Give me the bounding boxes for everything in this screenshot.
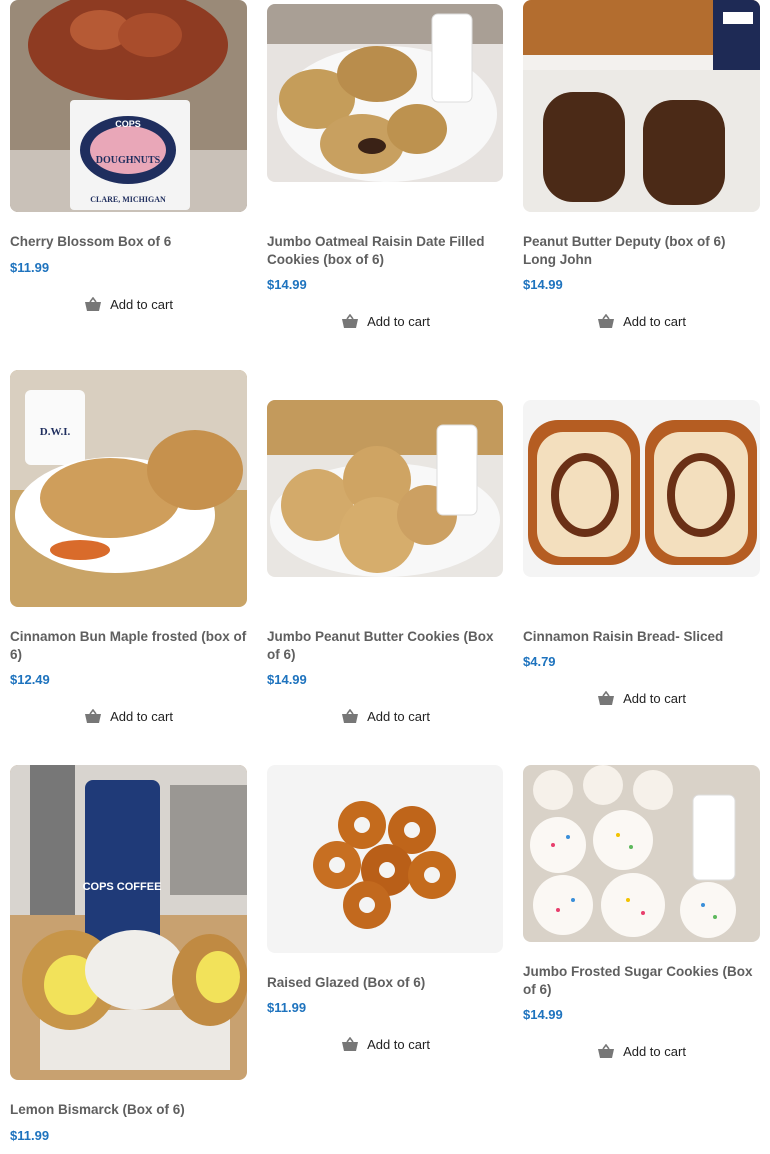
shopping-basket-icon: [342, 708, 359, 723]
add-to-cart-button[interactable]: Add to cart: [10, 706, 247, 726]
add-to-cart-label: Add to cart: [623, 690, 686, 706]
svg-text:COPS COFFEE: COPS COFFEE: [83, 881, 162, 893]
add-to-cart-button[interactable]: Add to cart: [523, 311, 760, 331]
product-image[interactable]: [267, 765, 503, 953]
product-image[interactable]: COPS COFFEE: [10, 765, 247, 1080]
product-price: $14.99: [267, 672, 307, 687]
svg-text:CLARE, MICHIGAN: CLARE, MICHIGAN: [90, 195, 166, 204]
product-price: $11.99: [10, 1128, 50, 1143]
add-to-cart-label: Add to cart: [110, 708, 173, 724]
product-price: $14.99: [267, 277, 307, 292]
product-title[interactable]: Cinnamon Bun Maple frosted (box of 6): [10, 628, 247, 663]
add-to-cart-label: Add to cart: [623, 1043, 686, 1059]
product-price: $11.99: [267, 1000, 307, 1015]
product-price: $14.99: [523, 1007, 563, 1022]
product-image[interactable]: COPS DOUGHNUTS CLARE, MICHIGAN: [10, 0, 247, 212]
shopping-basket-icon: [598, 690, 615, 705]
product-title[interactable]: Cinnamon Raisin Bread- Sliced: [523, 628, 760, 646]
product-title[interactable]: Jumbo Peanut Butter Cookies (Box of 6): [267, 628, 504, 663]
add-to-cart-button[interactable]: Add to cart: [10, 294, 247, 314]
product-image[interactable]: [267, 400, 503, 577]
add-to-cart-button[interactable]: Add to cart: [523, 688, 760, 708]
product-title[interactable]: Raised Glazed (Box of 6): [267, 974, 504, 992]
product-price: $4.79: [523, 654, 556, 669]
add-to-cart-label: Add to cart: [367, 313, 430, 329]
product-price: $14.99: [523, 277, 563, 292]
product-title[interactable]: Cherry Blossom Box of 6: [10, 233, 247, 251]
add-to-cart-button[interactable]: Add to cart: [523, 1041, 760, 1061]
product-title[interactable]: Jumbo Oatmeal Raisin Date Filled Cookies…: [267, 233, 504, 268]
add-to-cart-label: Add to cart: [367, 1036, 430, 1052]
shopping-basket-icon: [85, 296, 102, 311]
product-price: $12.49: [10, 672, 50, 687]
svg-text:DOUGHNUTS: DOUGHNUTS: [96, 155, 161, 166]
svg-text:D.W.I.: D.W.I.: [40, 426, 71, 438]
shopping-basket-icon: [342, 313, 359, 328]
add-to-cart-button[interactable]: Add to cart: [267, 1034, 504, 1054]
product-image[interactable]: [523, 765, 760, 942]
product-image[interactable]: D.W.I.: [10, 370, 247, 607]
product-title[interactable]: Lemon Bismarck (Box of 6): [10, 1101, 247, 1119]
product-title[interactable]: Peanut Butter Deputy (box of 6) Long Joh…: [523, 233, 760, 268]
add-to-cart-label: Add to cart: [623, 313, 686, 329]
add-to-cart-label: Add to cart: [110, 296, 173, 312]
product-image[interactable]: [523, 0, 760, 212]
shopping-basket-icon: [85, 708, 102, 723]
shopping-basket-icon: [598, 1043, 615, 1058]
product-image[interactable]: [267, 4, 503, 182]
add-to-cart-label: Add to cart: [367, 708, 430, 724]
product-image[interactable]: [523, 400, 760, 577]
shopping-basket-icon: [598, 313, 615, 328]
product-price: $11.99: [10, 260, 50, 275]
add-to-cart-button[interactable]: Add to cart: [267, 311, 504, 331]
svg-text:COPS: COPS: [115, 119, 141, 129]
add-to-cart-button[interactable]: Add to cart: [267, 706, 504, 726]
shopping-basket-icon: [342, 1036, 359, 1051]
product-title[interactable]: Jumbo Frosted Sugar Cookies (Box of 6): [523, 963, 760, 998]
